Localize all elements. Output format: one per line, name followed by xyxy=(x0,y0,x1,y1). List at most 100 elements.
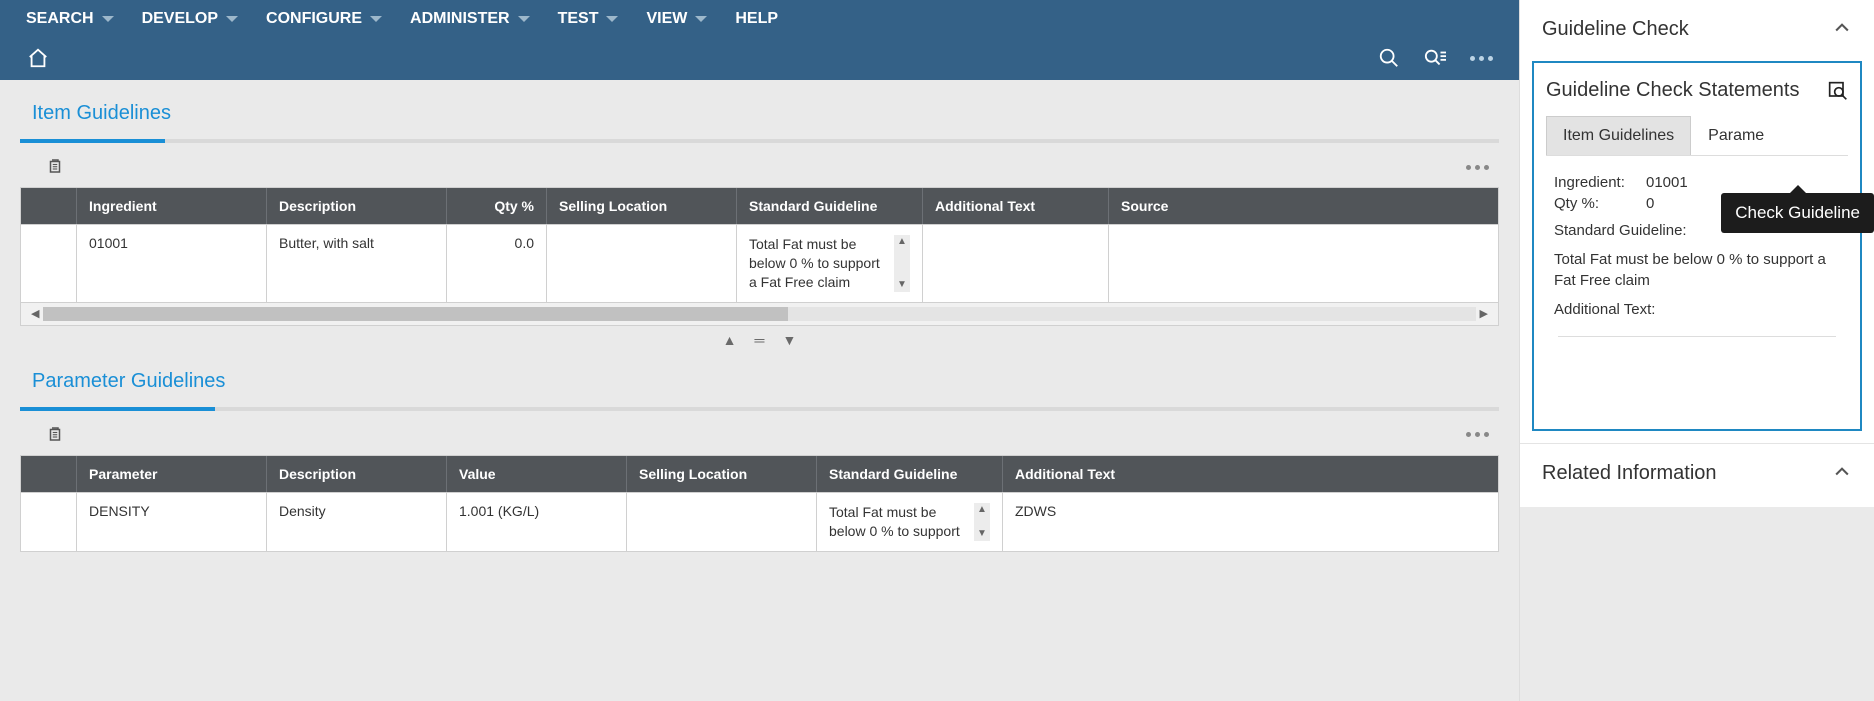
collapse-icon[interactable] xyxy=(1832,462,1852,485)
cell-description: Butter, with salt xyxy=(267,225,447,302)
related-info-header: Related Information xyxy=(1520,444,1874,497)
guideline-check-card: Guideline Check Statements Item Guidelin… xyxy=(1532,61,1862,431)
col-std-guideline[interactable]: Standard Guideline xyxy=(737,188,923,224)
check-guideline-tooltip: Check Guideline xyxy=(1721,193,1874,233)
guideline-check-title: Guideline Check xyxy=(1542,18,1689,41)
section-underline xyxy=(20,407,1499,411)
chevron-down-icon xyxy=(370,16,382,22)
col-addl-text[interactable]: Additional Text xyxy=(1003,456,1183,492)
cell-selling-location xyxy=(547,225,737,302)
card-divider xyxy=(1558,336,1836,337)
table-header-row: Parameter Description Value Selling Loca… xyxy=(21,456,1498,492)
menu-view[interactable]: VIEW xyxy=(646,10,707,28)
card-title: Guideline Check Statements xyxy=(1546,79,1799,102)
detail-ingredient-label: Ingredient: xyxy=(1554,174,1646,191)
export-icon[interactable] xyxy=(46,425,66,445)
cell-ingredient: 01001 xyxy=(77,225,267,302)
cell-guideline: Total Fat must be below 0 % to support a… xyxy=(737,225,923,302)
param-guidelines-table: Parameter Description Value Selling Loca… xyxy=(20,455,1499,552)
cell-source xyxy=(1109,225,1201,302)
scroll-thumb[interactable] xyxy=(43,307,788,321)
cell-description: Density xyxy=(267,493,447,551)
horizontal-scrollbar[interactable]: ◀ ▶ xyxy=(21,302,1498,325)
menu-configure[interactable]: CONFIGURE xyxy=(266,10,382,28)
advanced-search-icon[interactable] xyxy=(1423,46,1447,70)
search-icon[interactable] xyxy=(1377,46,1401,70)
detail-block: Ingredient: 01001 Qty %: 0 Standard Guid… xyxy=(1546,156,1848,337)
col-description[interactable]: Description xyxy=(267,456,447,492)
panel-more-icon[interactable] xyxy=(1466,432,1489,437)
cell-addl-text: ZDWS xyxy=(1003,493,1183,551)
panel-more-icon[interactable] xyxy=(1466,165,1489,170)
cell-scrollbar[interactable]: ▲ ▼ xyxy=(974,503,990,541)
chevron-down-icon xyxy=(226,16,238,22)
chevron-down-icon xyxy=(518,16,530,22)
col-qty[interactable]: Qty % xyxy=(447,188,547,224)
chevron-down-icon xyxy=(695,16,707,22)
check-guideline-icon[interactable] xyxy=(1828,81,1848,101)
collapse-icon[interactable] xyxy=(1832,18,1852,41)
cell-parameter: DENSITY xyxy=(77,493,267,551)
scroll-up-icon[interactable]: ▲ xyxy=(897,237,907,247)
side-blank-area xyxy=(1520,507,1874,701)
col-selling-location[interactable]: Selling Location xyxy=(627,456,817,492)
row-selector[interactable] xyxy=(21,225,77,302)
scroll-down-icon[interactable]: ▼ xyxy=(897,280,907,290)
col-ingredient[interactable]: Ingredient xyxy=(77,188,267,224)
cell-qty: 0.0 xyxy=(447,225,547,302)
col-std-guideline[interactable]: Standard Guideline xyxy=(817,456,1003,492)
col-value[interactable]: Value xyxy=(447,456,627,492)
home-icon[interactable] xyxy=(26,46,50,70)
cell-selling-location xyxy=(627,493,817,551)
side-header: Guideline Check xyxy=(1520,0,1874,53)
menu-help[interactable]: HELP xyxy=(735,10,778,28)
splitter-down-icon[interactable]: ▼ xyxy=(782,332,796,348)
scroll-up-icon[interactable]: ▲ xyxy=(977,505,987,515)
top-bar: SEARCH DEVELOP CONFIGURE ADMINISTER TEST… xyxy=(0,0,1519,80)
menu-develop[interactable]: DEVELOP xyxy=(142,10,238,28)
related-info-title: Related Information xyxy=(1542,462,1717,485)
cell-value: 1.001 (KG/L) xyxy=(447,493,627,551)
item-guidelines-title: Item Guidelines xyxy=(20,80,1499,139)
content-area: Item Guidelines Ingredient Description Q… xyxy=(0,80,1519,701)
panel-splitter[interactable]: ▲ ═ ▼ xyxy=(20,326,1499,348)
param-panel-tools xyxy=(20,411,1499,455)
scroll-right-icon[interactable]: ▶ xyxy=(1476,307,1492,320)
param-guidelines-title: Parameter Guidelines xyxy=(20,348,1499,407)
tab-parameter-guidelines[interactable]: Parame xyxy=(1691,116,1781,155)
scroll-track[interactable] xyxy=(43,307,1475,321)
section-underline xyxy=(20,139,1499,143)
splitter-grip-icon[interactable]: ═ xyxy=(755,332,765,348)
col-selector xyxy=(21,188,77,224)
detail-qty-value: 0 xyxy=(1646,195,1654,212)
more-icon[interactable] xyxy=(1469,46,1493,70)
menu-search[interactable]: SEARCH xyxy=(26,10,114,28)
col-addl-text[interactable]: Additional Text xyxy=(923,188,1109,224)
tool-bar xyxy=(0,40,1519,80)
item-panel-tools xyxy=(20,143,1499,187)
chevron-down-icon xyxy=(606,16,618,22)
detail-std-text: Total Fat must be below 0 % to support a… xyxy=(1554,243,1840,293)
splitter-up-icon[interactable]: ▲ xyxy=(723,332,737,348)
table-row[interactable]: 01001 Butter, with salt 0.0 Total Fat mu… xyxy=(21,224,1498,302)
col-parameter[interactable]: Parameter xyxy=(77,456,267,492)
detail-addl-label: Additional Text: xyxy=(1554,293,1840,322)
col-selling-location[interactable]: Selling Location xyxy=(547,188,737,224)
col-description[interactable]: Description xyxy=(267,188,447,224)
cell-addl-text xyxy=(923,225,1109,302)
tab-item-guidelines[interactable]: Item Guidelines xyxy=(1546,116,1691,155)
chevron-down-icon xyxy=(102,16,114,22)
col-source[interactable]: Source xyxy=(1109,188,1201,224)
menu-test[interactable]: TEST xyxy=(558,10,619,28)
scroll-down-icon[interactable]: ▼ xyxy=(977,529,987,539)
cell-scrollbar[interactable]: ▲ ▼ xyxy=(894,235,910,292)
detail-ingredient-value: 01001 xyxy=(1646,174,1688,191)
table-header-row: Ingredient Description Qty % Selling Loc… xyxy=(21,188,1498,224)
scroll-left-icon[interactable]: ◀ xyxy=(27,307,43,320)
menu-administer[interactable]: ADMINISTER xyxy=(410,10,530,28)
side-panel: Guideline Check Guideline Check Statemen… xyxy=(1519,0,1874,701)
export-icon[interactable] xyxy=(46,157,66,177)
table-row[interactable]: DENSITY Density 1.001 (KG/L) Total Fat m… xyxy=(21,492,1498,551)
menu-bar: SEARCH DEVELOP CONFIGURE ADMINISTER TEST… xyxy=(0,0,1519,40)
row-selector[interactable] xyxy=(21,493,77,551)
